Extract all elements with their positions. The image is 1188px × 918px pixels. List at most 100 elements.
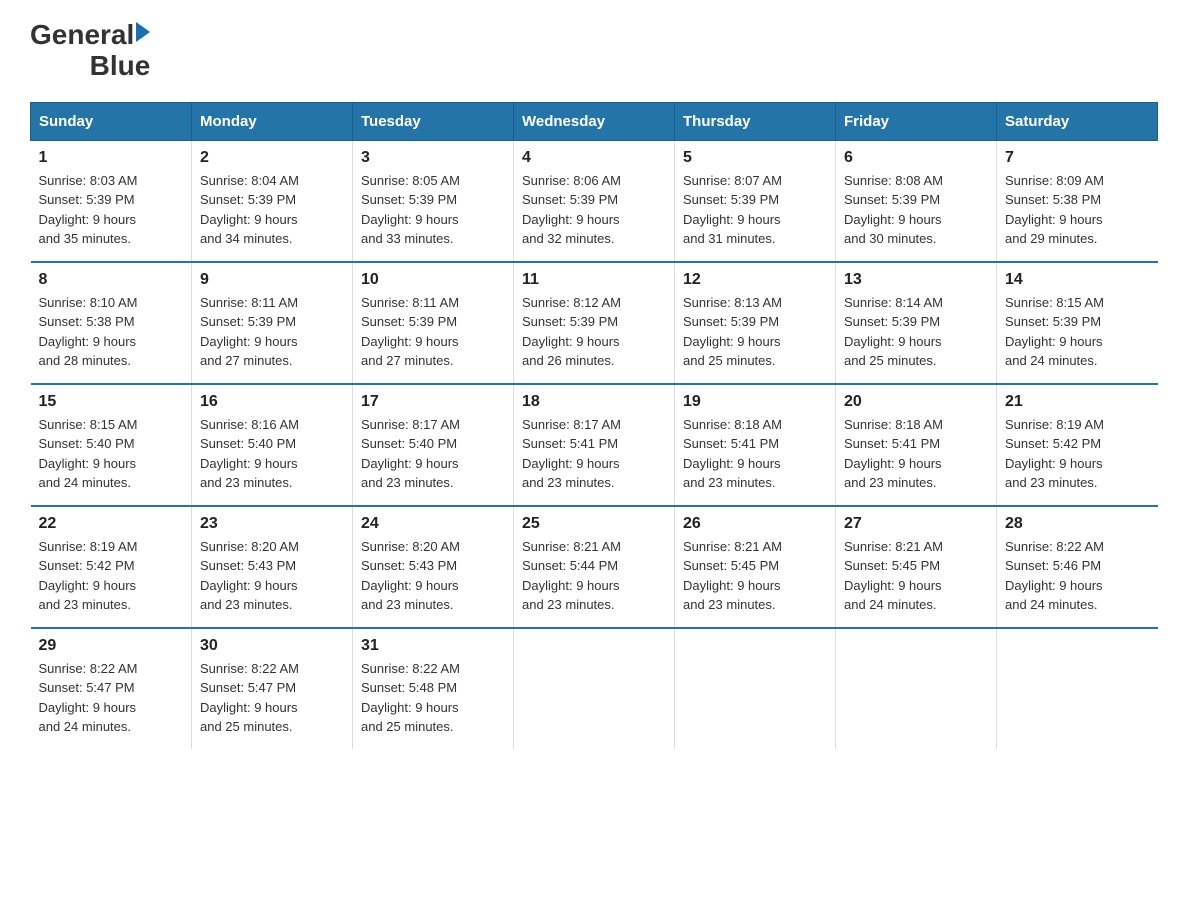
calendar-day-cell: 14 Sunrise: 8:15 AM Sunset: 5:39 PM Dayli… (997, 262, 1158, 384)
day-info: Sunrise: 8:06 AM Sunset: 5:39 PM Dayligh… (522, 171, 666, 249)
day-info: Sunrise: 8:20 AM Sunset: 5:43 PM Dayligh… (200, 537, 344, 615)
day-number: 19 (683, 393, 827, 411)
calendar-day-cell: 22 Sunrise: 8:19 AM Sunset: 5:42 PM Dayli… (31, 506, 192, 628)
calendar-day-cell: 27 Sunrise: 8:21 AM Sunset: 5:45 PM Dayli… (836, 506, 997, 628)
calendar-header-row: SundayMondayTuesdayWednesdayThursdayFrid… (31, 102, 1158, 140)
day-number: 15 (39, 393, 184, 411)
calendar-day-cell: 8Sunrise: 8:10 AM Sunset: 5:38 PM Daylig… (31, 262, 192, 384)
calendar-day-cell: 15Sunrise: 8:15 AM Sunset: 5:40 PM Dayli… (31, 384, 192, 506)
day-info: Sunrise: 8:21 AM Sunset: 5:44 PM Dayligh… (522, 537, 666, 615)
day-info: Sunrise: 8:09 AM Sunset: 5:38 PM Dayligh… (1005, 171, 1150, 249)
calendar-day-cell: 26Sunrise: 8:21 AM Sunset: 5:45 PM Dayli… (675, 506, 836, 628)
day-info: Sunrise: 8:11 AM Sunset: 5:39 PM Dayligh… (200, 293, 344, 371)
day-number: 3 (361, 149, 505, 167)
day-number: 12 (683, 271, 827, 289)
calendar-day-cell: 16 Sunrise: 8:16 AM Sunset: 5:40 PM Dayli… (192, 384, 353, 506)
day-info: Sunrise: 8:15 AM Sunset: 5:39 PM Dayligh… (1005, 293, 1150, 371)
day-info: Sunrise: 8:04 AM Sunset: 5:39 PM Dayligh… (200, 171, 344, 249)
calendar-day-cell: 7 Sunrise: 8:09 AM Sunset: 5:38 PM Daylig… (997, 140, 1158, 262)
day-info: Sunrise: 8:20 AM Sunset: 5:43 PM Dayligh… (361, 537, 505, 615)
logo-arrow-icon (136, 22, 150, 42)
header-thursday: Thursday (675, 102, 836, 140)
calendar-day-cell: 6 Sunrise: 8:08 AM Sunset: 5:39 PM Daylig… (836, 140, 997, 262)
calendar-day-cell: 19 Sunrise: 8:18 AM Sunset: 5:41 PM Dayli… (675, 384, 836, 506)
day-number: 9 (200, 271, 344, 289)
day-number: 13 (844, 271, 988, 289)
calendar-day-cell: 20 Sunrise: 8:18 AM Sunset: 5:41 PM Dayli… (836, 384, 997, 506)
day-number: 28 (1005, 515, 1150, 533)
day-number: 7 (1005, 149, 1150, 167)
day-number: 23 (200, 515, 344, 533)
calendar-day-cell: 23 Sunrise: 8:20 AM Sunset: 5:43 PM Dayli… (192, 506, 353, 628)
day-number: 18 (522, 393, 666, 411)
day-number: 25 (522, 515, 666, 533)
day-number: 26 (683, 515, 827, 533)
calendar-day-cell (514, 628, 675, 749)
calendar-day-cell: 3 Sunrise: 8:05 AM Sunset: 5:39 PM Daylig… (353, 140, 514, 262)
day-number: 29 (39, 637, 184, 655)
day-info: Sunrise: 8:05 AM Sunset: 5:39 PM Dayligh… (361, 171, 505, 249)
logo: General Blue (30, 20, 150, 82)
calendar-week-row: 15Sunrise: 8:15 AM Sunset: 5:40 PM Dayli… (31, 384, 1158, 506)
header-saturday: Saturday (997, 102, 1158, 140)
day-number: 27 (844, 515, 988, 533)
day-number: 8 (39, 271, 184, 289)
day-info: Sunrise: 8:14 AM Sunset: 5:39 PM Dayligh… (844, 293, 988, 371)
calendar-day-cell (997, 628, 1158, 749)
day-info: Sunrise: 8:11 AM Sunset: 5:39 PM Dayligh… (361, 293, 505, 371)
calendar-day-cell: 10 Sunrise: 8:11 AM Sunset: 5:39 PM Dayli… (353, 262, 514, 384)
day-number: 24 (361, 515, 505, 533)
calendar-day-cell: 21Sunrise: 8:19 AM Sunset: 5:42 PM Dayli… (997, 384, 1158, 506)
day-number: 5 (683, 149, 827, 167)
day-info: Sunrise: 8:21 AM Sunset: 5:45 PM Dayligh… (844, 537, 988, 615)
calendar-day-cell (836, 628, 997, 749)
calendar-day-cell: 30Sunrise: 8:22 AM Sunset: 5:47 PM Dayli… (192, 628, 353, 749)
day-info: Sunrise: 8:19 AM Sunset: 5:42 PM Dayligh… (39, 537, 184, 615)
calendar-day-cell: 17 Sunrise: 8:17 AM Sunset: 5:40 PM Dayli… (353, 384, 514, 506)
logo-blue: Blue (90, 51, 151, 82)
day-info: Sunrise: 8:22 AM Sunset: 5:47 PM Dayligh… (39, 659, 184, 737)
day-number: 1 (39, 149, 184, 167)
day-info: Sunrise: 8:08 AM Sunset: 5:39 PM Dayligh… (844, 171, 988, 249)
day-info: Sunrise: 8:16 AM Sunset: 5:40 PM Dayligh… (200, 415, 344, 493)
day-number: 4 (522, 149, 666, 167)
day-info: Sunrise: 8:17 AM Sunset: 5:40 PM Dayligh… (361, 415, 505, 493)
day-number: 21 (1005, 393, 1150, 411)
calendar-week-row: 22 Sunrise: 8:19 AM Sunset: 5:42 PM Dayli… (31, 506, 1158, 628)
day-number: 11 (522, 271, 666, 289)
day-info: Sunrise: 8:13 AM Sunset: 5:39 PM Dayligh… (683, 293, 827, 371)
day-info: Sunrise: 8:18 AM Sunset: 5:41 PM Dayligh… (683, 415, 827, 493)
day-info: Sunrise: 8:22 AM Sunset: 5:48 PM Dayligh… (361, 659, 505, 737)
calendar-day-cell: 29 Sunrise: 8:22 AM Sunset: 5:47 PM Dayli… (31, 628, 192, 749)
calendar-day-cell: 2 Sunrise: 8:04 AM Sunset: 5:39 PM Daylig… (192, 140, 353, 262)
header-wednesday: Wednesday (514, 102, 675, 140)
day-info: Sunrise: 8:18 AM Sunset: 5:41 PM Dayligh… (844, 415, 988, 493)
calendar-table: SundayMondayTuesdayWednesdayThursdayFrid… (30, 102, 1158, 749)
day-number: 14 (1005, 271, 1150, 289)
day-info: Sunrise: 8:12 AM Sunset: 5:39 PM Dayligh… (522, 293, 666, 371)
calendar-week-row: 1 Sunrise: 8:03 AM Sunset: 5:39 PM Daylig… (31, 140, 1158, 262)
calendar-day-cell (675, 628, 836, 749)
day-info: Sunrise: 8:03 AM Sunset: 5:39 PM Dayligh… (39, 171, 184, 249)
calendar-day-cell: 4 Sunrise: 8:06 AM Sunset: 5:39 PM Daylig… (514, 140, 675, 262)
calendar-day-cell: 25 Sunrise: 8:21 AM Sunset: 5:44 PM Dayli… (514, 506, 675, 628)
day-number: 22 (39, 515, 184, 533)
calendar-day-cell: 12 Sunrise: 8:13 AM Sunset: 5:39 PM Dayli… (675, 262, 836, 384)
calendar-day-cell: 24 Sunrise: 8:20 AM Sunset: 5:43 PM Dayli… (353, 506, 514, 628)
day-number: 20 (844, 393, 988, 411)
day-number: 16 (200, 393, 344, 411)
day-info: Sunrise: 8:22 AM Sunset: 5:46 PM Dayligh… (1005, 537, 1150, 615)
day-number: 6 (844, 149, 988, 167)
calendar-day-cell: 31Sunrise: 8:22 AM Sunset: 5:48 PM Dayli… (353, 628, 514, 749)
header-sunday: Sunday (31, 102, 192, 140)
calendar-week-row: 8Sunrise: 8:10 AM Sunset: 5:38 PM Daylig… (31, 262, 1158, 384)
calendar-day-cell: 11 Sunrise: 8:12 AM Sunset: 5:39 PM Dayli… (514, 262, 675, 384)
calendar-week-row: 29 Sunrise: 8:22 AM Sunset: 5:47 PM Dayli… (31, 628, 1158, 749)
day-number: 17 (361, 393, 505, 411)
day-number: 30 (200, 637, 344, 655)
day-info: Sunrise: 8:07 AM Sunset: 5:39 PM Dayligh… (683, 171, 827, 249)
day-number: 2 (200, 149, 344, 167)
calendar-day-cell: 13 Sunrise: 8:14 AM Sunset: 5:39 PM Dayli… (836, 262, 997, 384)
day-number: 10 (361, 271, 505, 289)
calendar-day-cell: 1 Sunrise: 8:03 AM Sunset: 5:39 PM Daylig… (31, 140, 192, 262)
